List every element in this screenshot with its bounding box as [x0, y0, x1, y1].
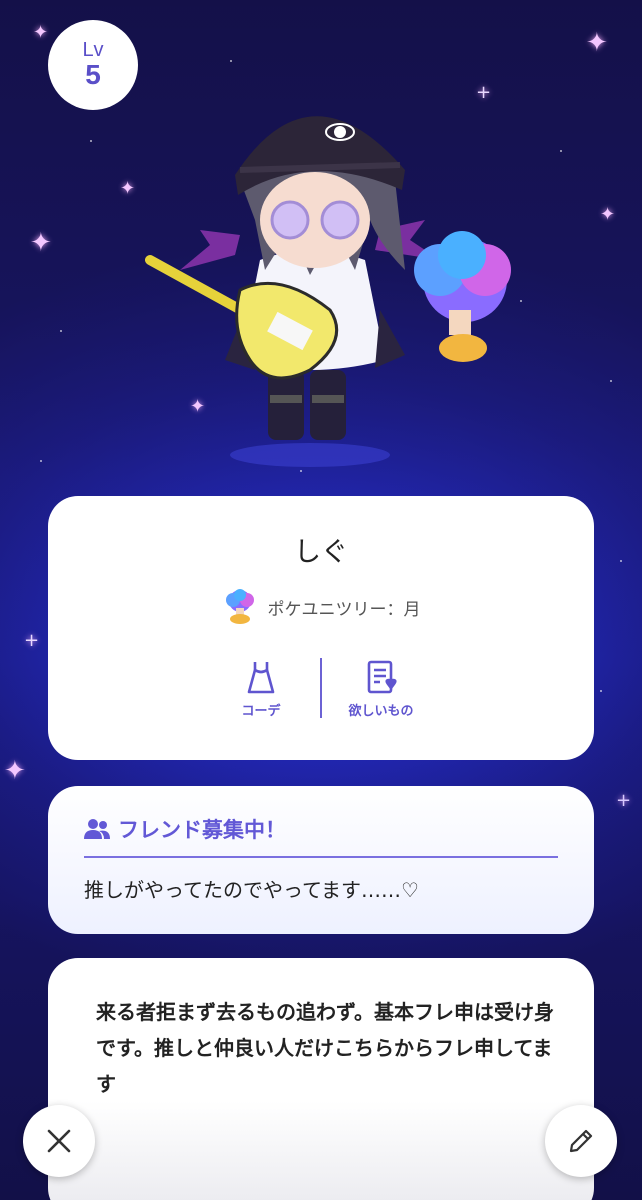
- bio-card: 来る者拒まず去るもの追わず。基本フレ申は受け身です。推しと仲良い人だけこちらから…: [48, 958, 594, 1200]
- user-name: しぐ: [294, 537, 348, 568]
- friend-recruit-card: フレンド募集中！ 推しがやってたのでやってます……♡: [48, 786, 594, 934]
- people-icon: [84, 819, 110, 839]
- wishlist-icon: [367, 660, 397, 694]
- wishlist-button[interactable]: 欲しいもの: [326, 658, 436, 719]
- close-icon: [47, 1129, 71, 1153]
- avatar-illustration: [145, 116, 511, 467]
- sparkle-star: +: [616, 790, 632, 811]
- friend-divider: [84, 856, 558, 858]
- edit-button[interactable]: [545, 1105, 617, 1177]
- level-value: 5: [85, 59, 101, 90]
- profile-card: しぐ ポケユニツリー：月 コーデ 欲しいもの: [48, 496, 594, 760]
- tree-info: ポケユニツリー：月: [48, 588, 594, 626]
- level-prefix: Lv: [82, 39, 104, 61]
- tree-label: ポケユニツリー：月: [267, 599, 421, 620]
- coordinate-label: コーデ: [241, 704, 281, 719]
- friend-message: 推しがやってたのでやってます……♡: [84, 878, 419, 902]
- action-divider: [320, 658, 322, 718]
- sparkle-star: ✦: [586, 28, 608, 58]
- pencil-icon: [569, 1129, 593, 1153]
- friend-recruit-title: フレンド募集中！: [118, 818, 286, 842]
- mushroom-tree-icon: [225, 589, 254, 624]
- dress-icon: [247, 662, 275, 694]
- wishlist-label: 欲しいもの: [348, 704, 414, 719]
- bio-text: 来る者拒まず去るもの追わず。基本フレ申は受け身です。推しと仲良い人だけこちらから…: [96, 1000, 554, 1096]
- sparkle-star: +: [24, 630, 40, 651]
- profile-actions: コーデ 欲しいもの: [48, 658, 594, 719]
- level-badge: Lv 5: [48, 20, 138, 110]
- friend-recruit-header: フレンド募集中！: [84, 814, 286, 844]
- profile-screen: ✦ ✦ + ✦ ✦ ✦ ✦ + ✦ + Lv 5 しぐ ポケユニツリー：月 コー…: [0, 0, 642, 1200]
- close-button[interactable]: [23, 1105, 95, 1177]
- sparkle-star: ✦: [4, 756, 26, 786]
- sparkle-star: ✦: [33, 22, 49, 43]
- sparkle-star: ✦: [30, 228, 52, 258]
- sparkle-star: ✦: [600, 204, 616, 225]
- coordinate-button[interactable]: コーデ: [206, 658, 316, 719]
- sparkle-star: ✦: [120, 178, 136, 199]
